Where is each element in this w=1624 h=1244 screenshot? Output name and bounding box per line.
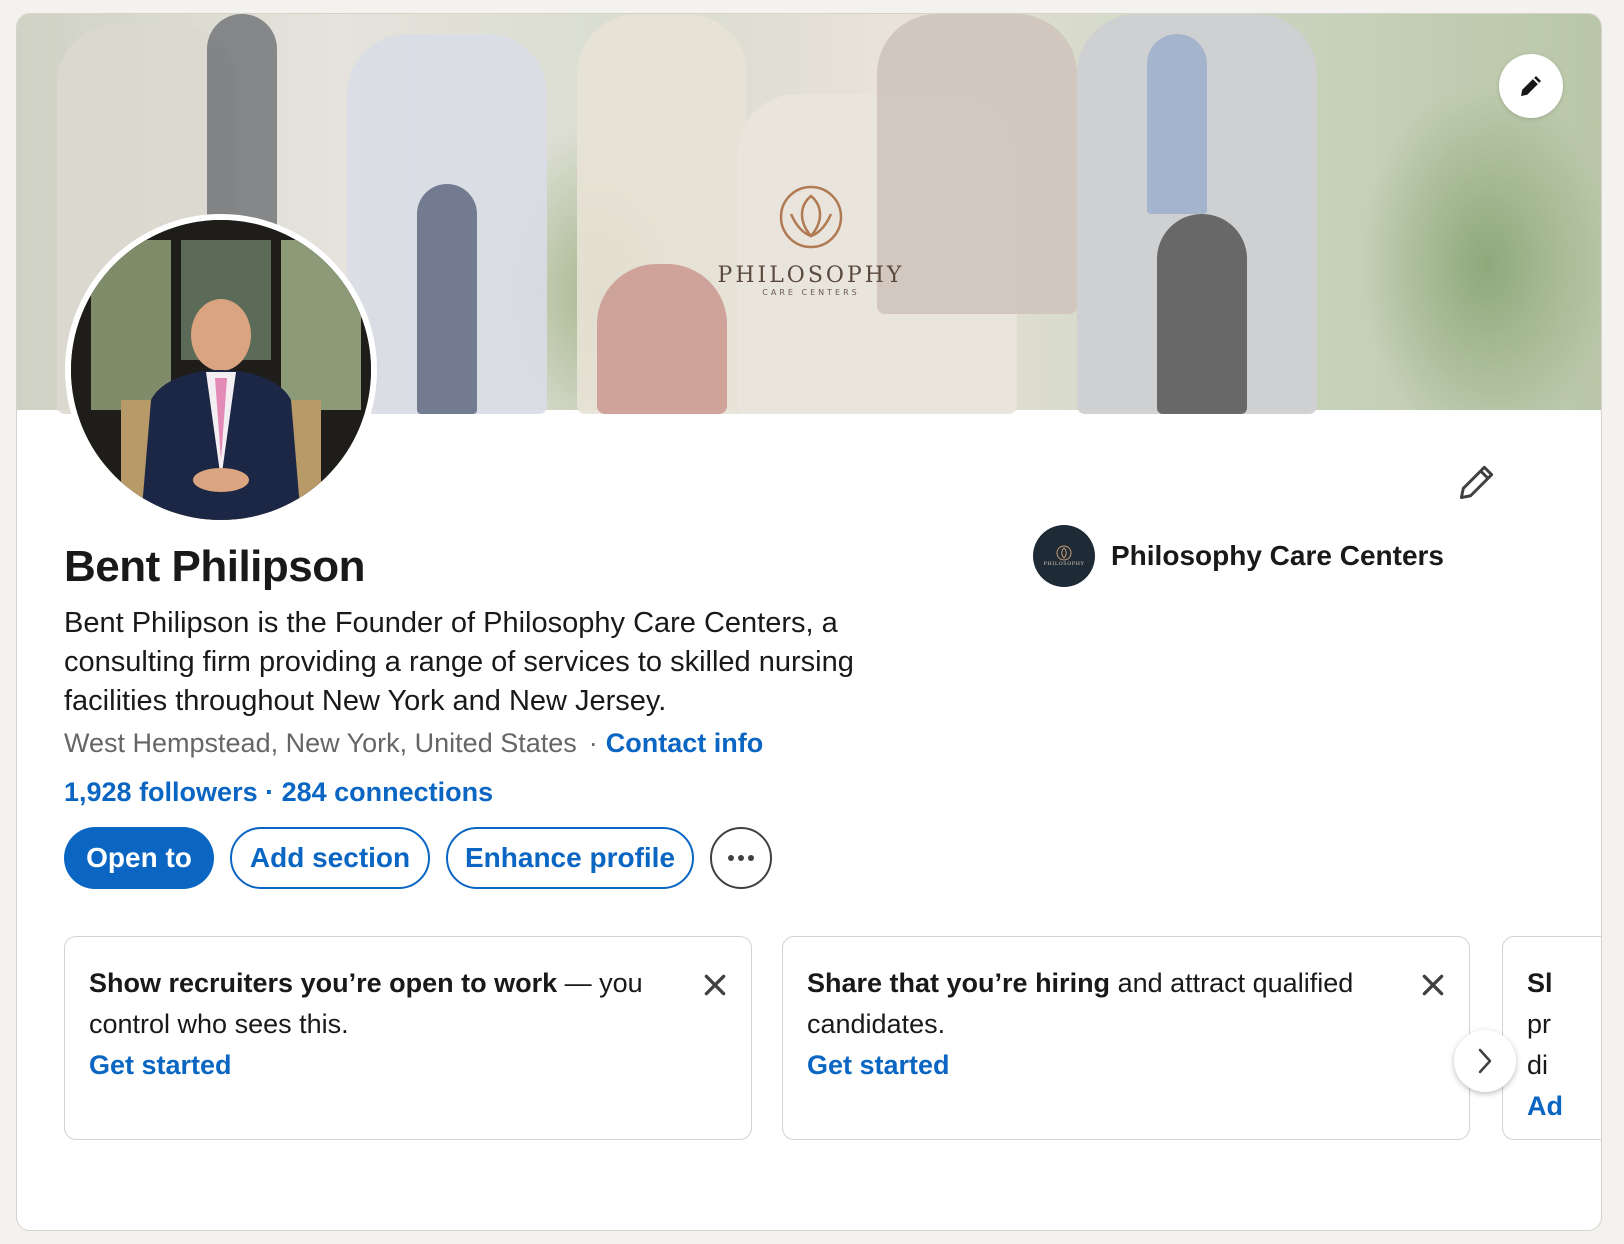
dismiss-button[interactable] <box>1415 967 1451 1003</box>
company-name: Philosophy Care Centers <box>1111 540 1444 571</box>
pencil-icon <box>1459 465 1494 500</box>
chevron-right-icon <box>1478 1048 1492 1074</box>
close-icon <box>1422 974 1444 996</box>
profile-actions: Open to Add section Enhance profile <box>64 827 772 889</box>
partial-line[interactable]: Ad <box>1527 1086 1601 1127</box>
profile-photo[interactable] <box>65 214 377 526</box>
carousel-next-button[interactable] <box>1454 1030 1516 1092</box>
open-to-button[interactable]: Open to <box>64 827 214 889</box>
network-row: 1,928 followers · 284 connections <box>64 777 493 808</box>
suggestion-text: Share that you’re hiring and attract qua… <box>807 963 1369 1045</box>
contact-info-link[interactable]: Contact info <box>606 728 763 758</box>
suggestion-card-hiring: Share that you’re hiring and attract qua… <box>782 936 1470 1140</box>
dismiss-button[interactable] <box>697 967 733 1003</box>
lotus-logo-icon <box>1056 545 1072 561</box>
followers-link[interactable]: 1,928 followers <box>64 777 258 807</box>
brand-logo: PHILOSOPHY CARE CENTERS <box>711 184 911 297</box>
current-company[interactable]: PHILOSOPHY Philosophy Care Centers <box>1033 525 1444 587</box>
edit-cover-button[interactable] <box>1499 54 1563 118</box>
more-horizontal-icon <box>728 855 754 861</box>
separator-dot: · <box>588 728 598 758</box>
brand-subtitle: CARE CENTERS <box>762 288 860 297</box>
profile-headline: Bent Philipson is the Founder of Philoso… <box>64 607 854 717</box>
brand-name: PHILOSOPHY <box>717 263 905 288</box>
get-started-link[interactable]: Get started <box>807 1045 1369 1086</box>
pencil-icon <box>1521 76 1541 96</box>
partial-line: di <box>1527 1050 1549 1080</box>
partial-line: Sl <box>1527 968 1553 998</box>
enhance-profile-button[interactable]: Enhance profile <box>446 827 694 889</box>
company-logo: PHILOSOPHY <box>1033 525 1095 587</box>
suggestion-bold-text: Show recruiters you’re open to work <box>89 968 558 998</box>
network-separator: · <box>257 777 282 807</box>
suggestion-bold-text: Share that you’re hiring <box>807 968 1111 998</box>
profile-name: Bent Philipson <box>64 542 366 591</box>
partial-line: pr <box>1527 1009 1552 1039</box>
lotus-logo-icon <box>779 185 843 249</box>
get-started-link[interactable]: Get started <box>89 1045 651 1086</box>
profile-photo-image <box>71 220 371 520</box>
profile-card: PHILOSOPHY CARE CENTERS Bent Philipson B… <box>16 13 1602 1231</box>
company-logo-text: PHILOSOPHY <box>1043 561 1085 567</box>
suggestion-card-open-to-work: Show recruiters you’re open to work — yo… <box>64 936 752 1140</box>
connections-link[interactable]: 284 connections <box>282 777 494 807</box>
location-text: West Hempstead, New York, United States <box>64 728 577 758</box>
edit-profile-button[interactable] <box>1449 454 1505 510</box>
suggestion-card-partial: Sl pr di Ad <box>1502 936 1601 1140</box>
suggestion-text: Show recruiters you’re open to work — yo… <box>89 963 651 1045</box>
add-section-button[interactable]: Add section <box>230 827 430 889</box>
location-row: West Hempstead, New York, United States ·… <box>64 728 763 759</box>
more-actions-button[interactable] <box>710 827 772 889</box>
close-icon <box>704 974 726 996</box>
